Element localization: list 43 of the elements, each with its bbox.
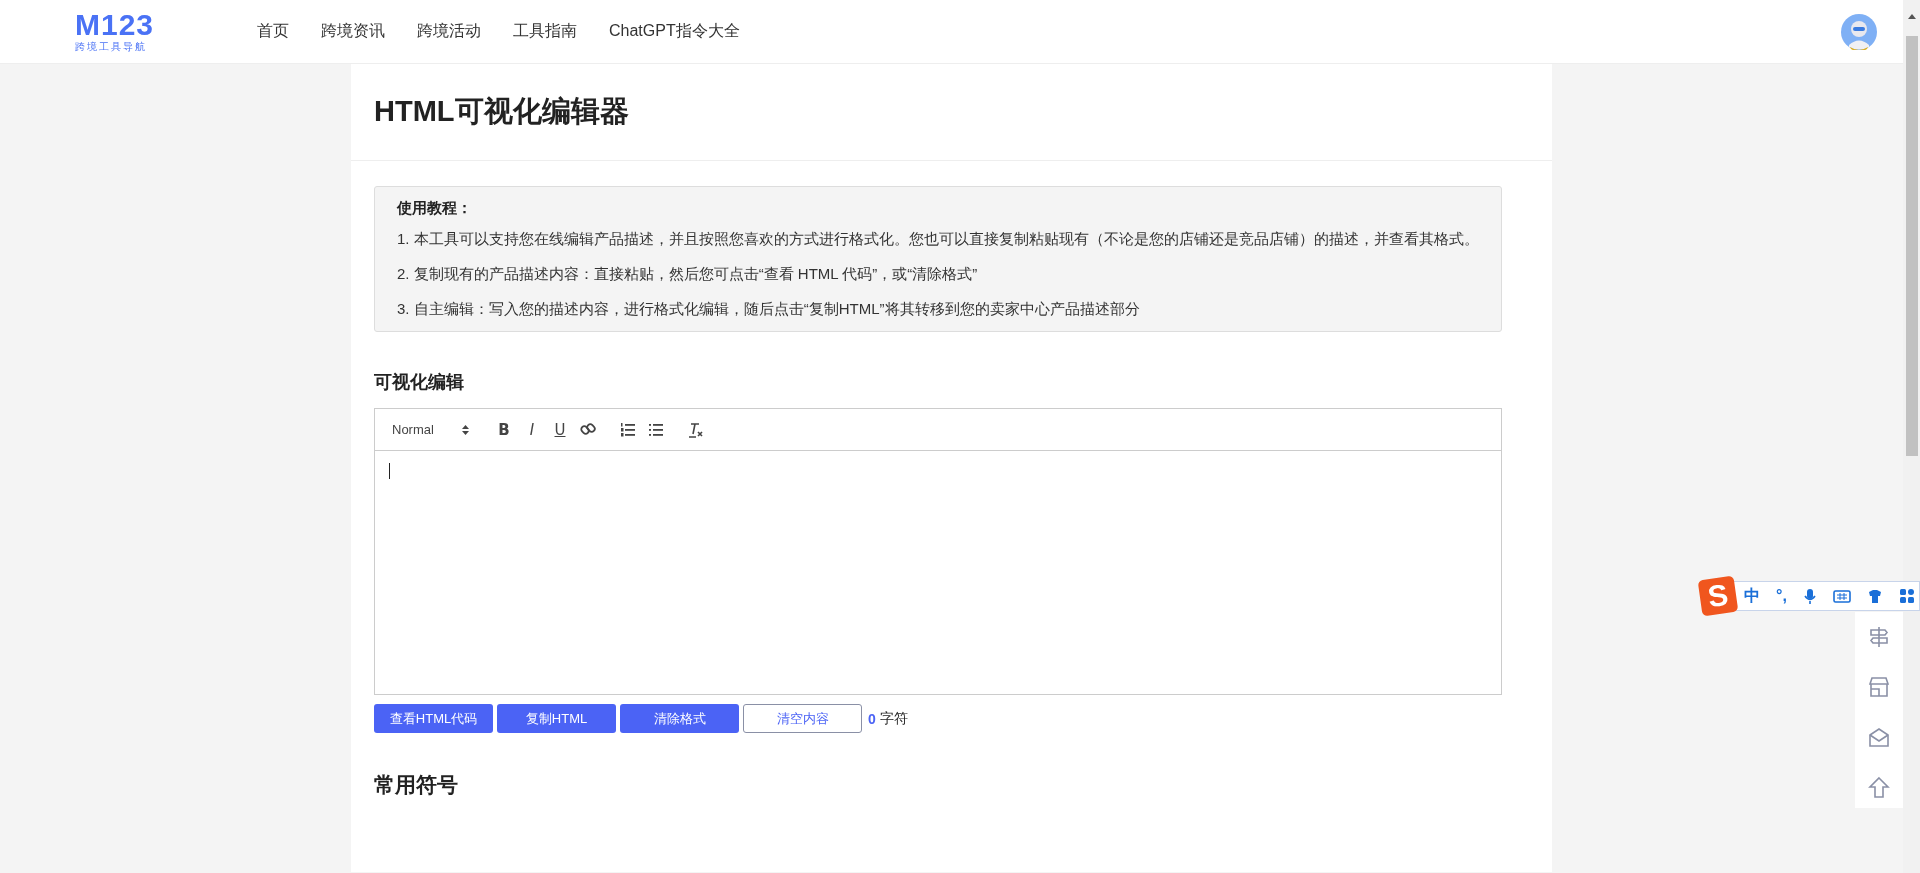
char-unit: 字符 <box>879 709 908 728</box>
scrollbar-thumb[interactable] <box>1905 36 1918 456</box>
underline-button[interactable]: U <box>552 420 568 439</box>
tutorial-step: 3. 自主编辑：写入您的描述内容，进行格式化编辑，随后点击“复制HTML”将其转移到您的卖家中心产品描述部分 <box>397 296 1479 321</box>
keyboard-icon[interactable] <box>1832 588 1851 604</box>
clear-format-icon[interactable] <box>688 421 704 438</box>
microphone-icon[interactable] <box>1802 588 1817 604</box>
section-heading: 常用符号 <box>374 773 459 797</box>
logo-mark[interactable]: M123 <box>75 10 155 40</box>
action-button[interactable]: 清空内容 <box>743 704 862 733</box>
ime-mode[interactable]: 中 <box>1744 585 1760 607</box>
action-button[interactable]: 复制HTML <box>497 704 616 733</box>
logo-tagline: 跨境工具导航 <box>75 40 147 53</box>
tutorial-step: 1. 本工具可以支持您在线编辑产品描述，并且按照您喜欢的方式进行格式化。您也可以直接复制粘贴现有（不论是您的店铺还是竞品店铺）的描述，并查看其格式。 <box>397 226 1479 251</box>
action-button[interactable]: 清除格式 <box>620 704 739 733</box>
scroll-up-icon[interactable] <box>1907 14 1916 19</box>
shirt-icon[interactable] <box>1866 588 1883 604</box>
numbered-list-icon[interactable] <box>620 421 636 438</box>
page-title: HTML可视化编辑器 <box>374 94 629 129</box>
nav-link[interactable]: 跨境资讯 <box>321 21 385 42</box>
section-heading: 可视化编辑 <box>374 371 465 394</box>
avatar-icon[interactable] <box>1841 13 1877 50</box>
shop-icon[interactable] <box>1868 676 1890 698</box>
char-count: 0 <box>868 710 876 727</box>
nav-link[interactable]: 首页 <box>257 21 289 42</box>
ime-mode[interactable]: °, <box>1776 587 1787 605</box>
signpost-icon[interactable] <box>1868 626 1890 648</box>
action-button[interactable]: 查看HTML代码 <box>374 704 493 733</box>
text-cursor <box>389 463 390 479</box>
bold-button[interactable]: B <box>496 420 512 439</box>
nav-link[interactable]: 跨境活动 <box>417 21 481 42</box>
nav-link[interactable]: ChatGPT指令大全 <box>609 21 740 42</box>
arrow-up-icon[interactable] <box>1868 776 1890 798</box>
apps-icon[interactable] <box>1898 588 1915 604</box>
envelope-icon[interactable] <box>1868 726 1890 748</box>
italic-button[interactable]: I <box>524 420 540 439</box>
tutorial-step: 2. 复制现有的产品描述内容：直接粘贴，然后您可点击“查看 HTML 代码”，或“清除格式” <box>397 261 1479 286</box>
nav-link[interactable]: 工具指南 <box>513 21 577 42</box>
format-picker[interactable]: Normal <box>392 422 470 437</box>
link-icon[interactable] <box>580 421 596 438</box>
bullet-list-icon[interactable] <box>648 421 664 438</box>
up-down-icon <box>461 424 469 435</box>
tutorial-heading: 使用教程： <box>397 198 473 218</box>
